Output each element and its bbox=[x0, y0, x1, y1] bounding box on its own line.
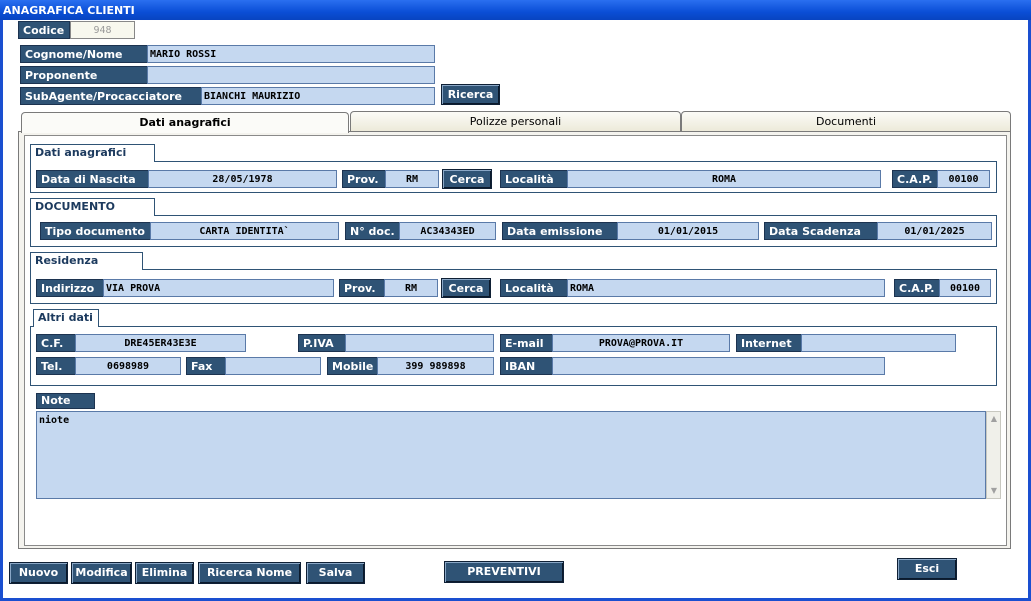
codice-label: Codice bbox=[18, 21, 70, 39]
ricerca-nome-button[interactable]: Ricerca Nome bbox=[198, 562, 301, 584]
internet-label: Internet bbox=[736, 334, 802, 352]
note-textarea[interactable]: niote bbox=[36, 411, 986, 499]
data-scadenza-field[interactable]: 01/01/2025 bbox=[877, 222, 992, 240]
tipo-documento-field[interactable]: CARTA IDENTITA` bbox=[150, 222, 339, 240]
partita-iva-field[interactable] bbox=[345, 334, 494, 352]
indirizzo-label: Indirizzo bbox=[36, 279, 104, 297]
data-nascita-field[interactable]: 28/05/1978 bbox=[148, 170, 337, 188]
salva-button[interactable]: Salva bbox=[306, 562, 365, 584]
partita-iva-label: P.IVA bbox=[298, 334, 346, 352]
scroll-down-icon[interactable]: ▼ bbox=[989, 486, 999, 496]
codice-field[interactable]: 948 bbox=[70, 21, 135, 39]
numero-documento-label: N° doc. bbox=[345, 222, 400, 240]
prov-residenza-field[interactable]: RM bbox=[384, 279, 438, 297]
data-emissione-label: Data emissione bbox=[502, 222, 618, 240]
dati-anagrafici-title: Dati anagrafici bbox=[30, 144, 155, 162]
cap-nascita-label: C.A.P. bbox=[892, 170, 938, 188]
indirizzo-field[interactable]: VIA PROVA bbox=[103, 279, 334, 297]
fax-field[interactable] bbox=[225, 357, 321, 375]
cerca-residenza-button[interactable]: Cerca bbox=[441, 278, 491, 298]
elimina-button[interactable]: Elimina bbox=[135, 562, 194, 584]
cognome-nome-field[interactable]: MARIO ROSSI bbox=[147, 45, 435, 63]
data-scadenza-label: Data Scadenza bbox=[764, 222, 878, 240]
tipo-documento-label: Tipo documento bbox=[40, 222, 151, 240]
mobile-field[interactable]: 399 989898 bbox=[377, 357, 494, 375]
email-field[interactable]: PROVA@PROVA.IT bbox=[552, 334, 730, 352]
prov-nascita-label: Prov. bbox=[342, 170, 386, 188]
altri-dati-title: Altri dati bbox=[33, 309, 99, 327]
iban-label: IBAN bbox=[500, 357, 553, 375]
residenza-title: Residenza bbox=[30, 252, 143, 270]
prov-residenza-label: Prov. bbox=[339, 279, 385, 297]
telefono-label: Tel. bbox=[36, 357, 76, 375]
prov-nascita-field[interactable]: RM bbox=[385, 170, 439, 188]
proponente-label: Proponente bbox=[20, 66, 148, 84]
localita-residenza-field[interactable]: ROMA bbox=[567, 279, 885, 297]
note-scrollbar[interactable]: ▲ ▼ bbox=[986, 411, 1001, 499]
numero-documento-field[interactable]: AC34343ED bbox=[399, 222, 496, 240]
fax-label: Fax bbox=[186, 357, 226, 375]
localita-nascita-label: Località bbox=[500, 170, 568, 188]
localita-residenza-label: Località bbox=[500, 279, 568, 297]
email-label: E-mail bbox=[500, 334, 553, 352]
documento-title: DOCUMENTO bbox=[30, 198, 155, 216]
modifica-button[interactable]: Modifica bbox=[71, 562, 132, 584]
codice-fiscale-field[interactable]: DRE45ER43E3E bbox=[75, 334, 246, 352]
cap-residenza-label: C.A.P. bbox=[894, 279, 940, 297]
esci-button[interactable]: Esci bbox=[897, 558, 957, 580]
tab-polizze-personali[interactable]: Polizze personali bbox=[350, 111, 681, 132]
cerca-nascita-button[interactable]: Cerca bbox=[442, 169, 492, 189]
codice-fiscale-label: C.F. bbox=[36, 334, 76, 352]
preventivi-button[interactable]: PREVENTIVI bbox=[444, 561, 564, 583]
cognome-nome-label: Cognome/Nome bbox=[20, 45, 148, 63]
scroll-up-icon[interactable]: ▲ bbox=[989, 414, 999, 424]
note-label: Note bbox=[36, 393, 95, 409]
window-title: ANAGRAFICA CLIENTI bbox=[0, 0, 1031, 20]
internet-field[interactable] bbox=[801, 334, 956, 352]
proponente-field[interactable] bbox=[147, 66, 435, 84]
mobile-label: Mobile bbox=[327, 357, 378, 375]
subagente-field[interactable]: BIANCHI MAURIZIO bbox=[201, 87, 435, 105]
cap-nascita-field[interactable]: 00100 bbox=[937, 170, 990, 188]
tab-dati-anagrafici[interactable]: Dati anagrafici bbox=[21, 112, 349, 133]
data-nascita-label: Data di Nascita bbox=[36, 170, 149, 188]
localita-nascita-field[interactable]: ROMA bbox=[567, 170, 881, 188]
subagente-label: SubAgente/Procacciatore bbox=[20, 87, 202, 105]
tab-documenti[interactable]: Documenti bbox=[681, 111, 1011, 132]
cap-residenza-field[interactable]: 00100 bbox=[939, 279, 991, 297]
iban-field[interactable] bbox=[552, 357, 885, 375]
ricerca-button[interactable]: Ricerca bbox=[441, 84, 500, 105]
telefono-field[interactable]: 0698989 bbox=[75, 357, 181, 375]
data-emissione-field[interactable]: 01/01/2015 bbox=[617, 222, 759, 240]
nuovo-button[interactable]: Nuovo bbox=[9, 562, 68, 584]
